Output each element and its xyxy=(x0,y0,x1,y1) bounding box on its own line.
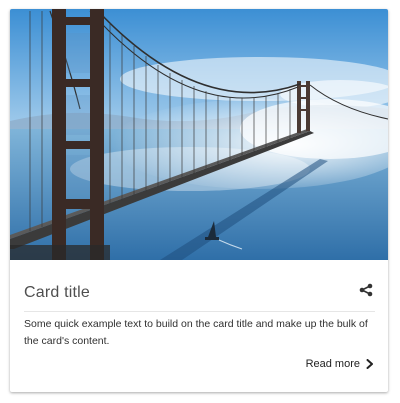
divider xyxy=(24,311,375,312)
read-more-label: Read more xyxy=(305,358,360,370)
chevron-right-icon xyxy=(366,359,373,369)
card-image xyxy=(10,9,388,260)
card: Card title Some quick example text to bu… xyxy=(10,9,388,392)
card-header: Card title xyxy=(10,260,388,312)
share-icon[interactable] xyxy=(359,283,373,297)
card-text: Some quick example text to build on the … xyxy=(24,318,368,347)
card-title: Card title xyxy=(24,284,91,301)
read-more-link[interactable]: Read more xyxy=(306,355,374,373)
